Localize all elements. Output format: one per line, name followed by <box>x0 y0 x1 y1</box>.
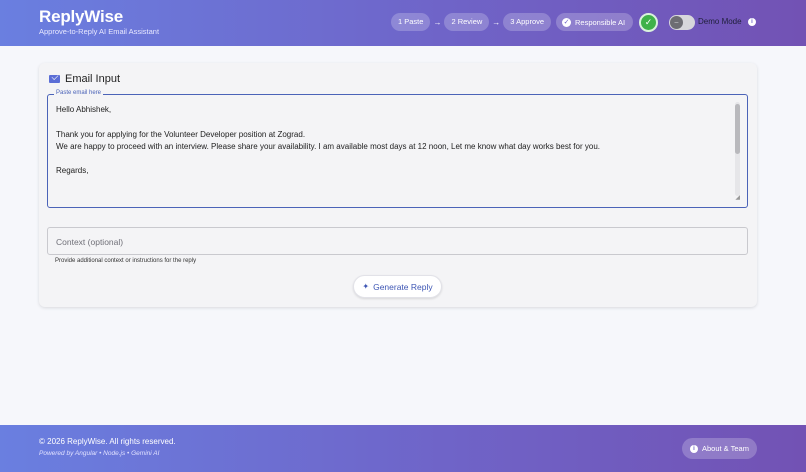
toggle-knob: – <box>670 16 683 29</box>
step-review[interactable]: 2 Review <box>444 13 490 31</box>
context-placeholder: Context (optional) <box>56 237 124 247</box>
email-line: Regards, <box>56 166 89 176</box>
demo-mode-toggle[interactable]: – <box>669 15 695 30</box>
step-arrow-icon: → <box>492 17 501 27</box>
email-line: Hello Abhishek, <box>56 105 112 114</box>
context-hint: Provide additional context or instructio… <box>55 258 197 264</box>
check-icon: ✓ <box>562 17 571 27</box>
generate-reply-button[interactable]: ✦ Generate Reply <box>353 275 442 298</box>
email-input-card: Email Input Paste email here Hello Abhis… <box>39 63 757 307</box>
email-text: Hello Abhishek, Thank you for applying f… <box>56 104 726 178</box>
app-header: ReplyWise Approve-to-Reply AI Email Assi… <box>0 0 806 46</box>
info-icon[interactable]: i <box>748 18 756 26</box>
mail-icon <box>49 75 60 83</box>
about-team-label: About & Team <box>702 444 749 453</box>
sparkle-icon: ✦ <box>362 282 370 291</box>
responsible-ai-label: Responsible AI <box>575 17 626 27</box>
scrollbar-thumb[interactable] <box>735 104 740 154</box>
step-paste[interactable]: 1 Paste <box>391 13 431 31</box>
responsible-ai-button[interactable]: ✓ Responsible AI <box>556 13 634 31</box>
textarea-scrollbar[interactable] <box>735 102 740 196</box>
card-header: Email Input <box>49 73 120 85</box>
step-arrow-icon: → <box>433 17 442 27</box>
check-circle-icon: ✓ <box>639 13 658 32</box>
brand: ReplyWise Approve-to-Reply AI Email Assi… <box>39 7 160 37</box>
email-line: We are happy to proceed with an intervie… <box>56 141 600 151</box>
copyright-text: © 2026 ReplyWise. All rights reserved. <box>39 437 176 446</box>
demo-mode-label: Demo Mode <box>698 17 742 26</box>
app-footer: © 2026 ReplyWise. All rights reserved. P… <box>0 425 806 472</box>
about-team-button[interactable]: i About & Team <box>682 438 757 459</box>
generate-reply-label: Generate Reply <box>373 281 433 292</box>
info-icon: i <box>690 444 698 453</box>
email-textarea[interactable]: Paste email here Hello Abhishek, Thank y… <box>47 90 748 208</box>
app-title: ReplyWise <box>39 7 124 26</box>
resize-handle-icon[interactable]: ◢ <box>735 194 740 201</box>
context-input[interactable]: Context (optional) <box>47 227 748 255</box>
email-field-label: Paste email here <box>54 90 104 96</box>
email-line <box>56 116 726 128</box>
email-line: Thank you for applying for the Volunteer… <box>56 129 306 139</box>
powered-by-text: Powered by Angular • Node.js • Gemini AI <box>39 450 160 457</box>
workflow-steps: 1 Paste → 2 Review → 3 Approve <box>391 13 552 31</box>
email-line <box>56 153 726 165</box>
app-subtitle: Approve-to-Reply AI Email Assistant <box>39 27 160 36</box>
card-title: Email Input <box>65 73 121 85</box>
step-approve[interactable]: 3 Approve <box>503 13 552 31</box>
